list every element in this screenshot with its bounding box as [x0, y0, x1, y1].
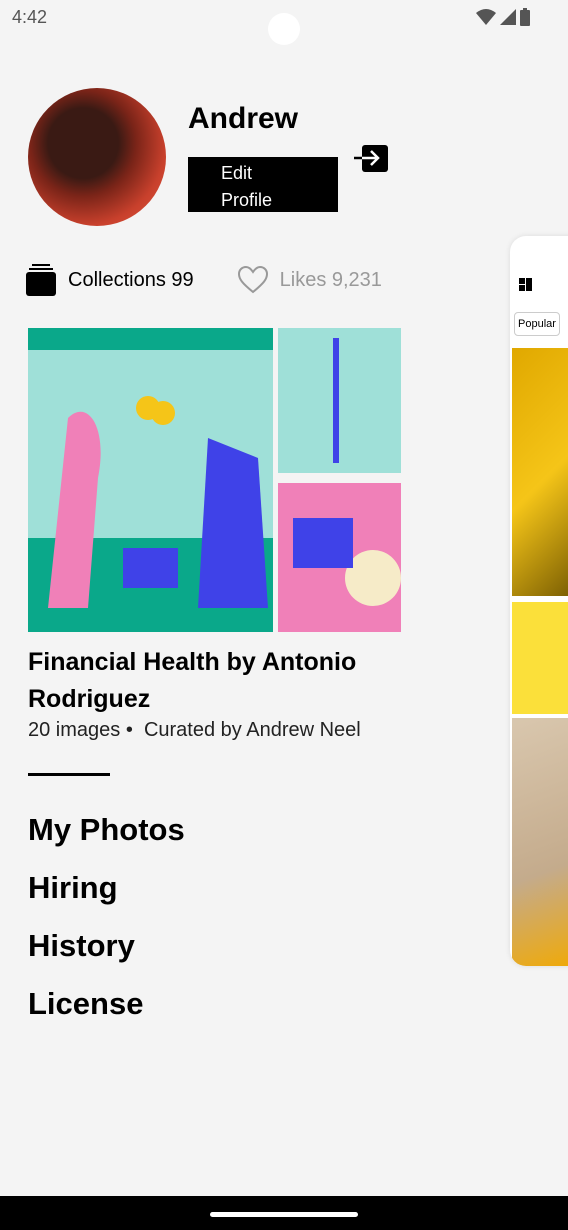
tab-popular[interactable]: Popular: [514, 312, 560, 336]
collection-title[interactable]: Financial Health by Antonio Rodriguez: [28, 644, 408, 718]
likes-stat[interactable]: Likes 9,231: [237, 266, 382, 294]
divider: [28, 773, 110, 776]
menu-item-history[interactable]: History: [28, 928, 185, 986]
logout-icon[interactable]: [354, 145, 388, 173]
collection-meta: 20 images • Curated by Andrew Neel: [28, 719, 361, 741]
home-handle[interactable]: [210, 1212, 358, 1217]
app-logo-icon: [519, 278, 532, 291]
camera-cutout: [268, 13, 300, 45]
profile-name: Andrew: [188, 102, 299, 135]
main-screen-preview[interactable]: Popular: [510, 236, 568, 966]
menu-item-license[interactable]: License: [28, 986, 185, 1044]
status-bar: 4:42: [0, 0, 568, 45]
avatar: [28, 88, 166, 226]
battery-icon: [520, 8, 530, 26]
photo-thumbnail[interactable]: [512, 348, 568, 596]
signal-icon: [500, 9, 516, 25]
wifi-icon: [476, 9, 496, 25]
edit-profile-button[interactable]: Edit Profile: [188, 157, 338, 212]
collections-icon: [26, 264, 56, 296]
menu-item-my-photos[interactable]: My Photos: [28, 812, 185, 870]
photo-thumbnail[interactable]: [512, 718, 568, 966]
navigation-bar: [0, 1196, 568, 1230]
collection-cover-image[interactable]: [28, 328, 401, 632]
collections-stat[interactable]: Collections 99: [26, 264, 194, 296]
profile-menu: My Photos Hiring History License: [28, 812, 185, 1044]
clock: 4:42: [12, 7, 48, 27]
menu-item-hiring[interactable]: Hiring: [28, 870, 185, 928]
photo-thumbnail[interactable]: [512, 602, 568, 714]
heart-icon: [237, 266, 268, 294]
